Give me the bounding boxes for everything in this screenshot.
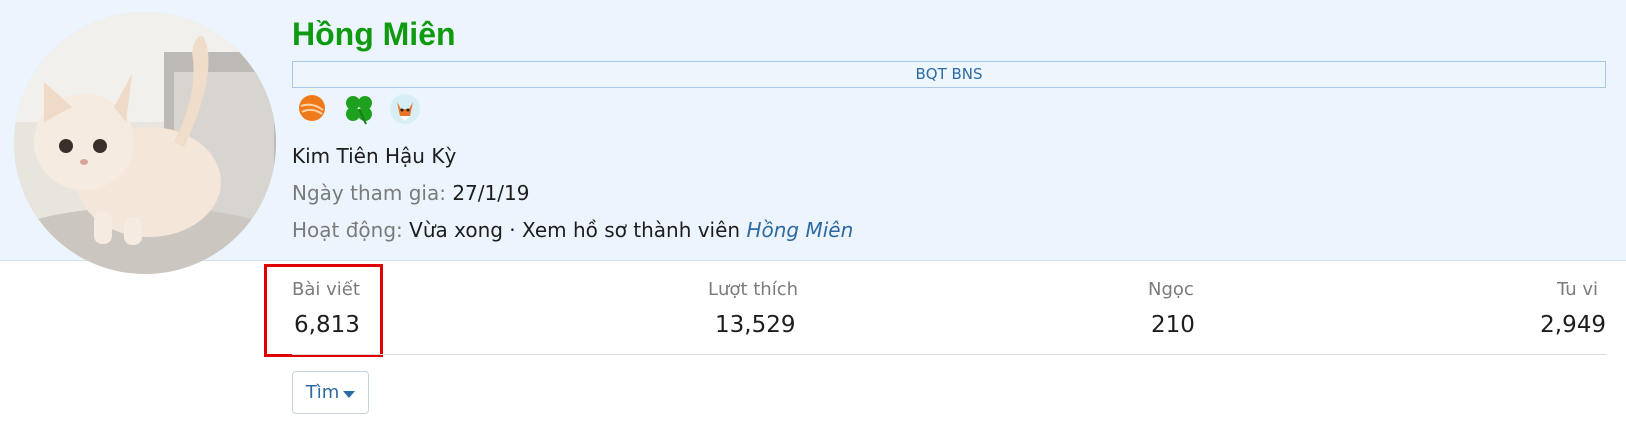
stat-cultivation-value[interactable]: 2,949 <box>1540 310 1606 340</box>
activity-line: Hoạt động: Vừa xong · Xem hồ sơ thành vi… <box>292 217 853 243</box>
highlight-box <box>264 264 383 357</box>
activity-label: Hoạt động: <box>292 218 403 242</box>
stat-cultivation-label: Tu vi <box>1556 279 1598 300</box>
stat-likes-value[interactable]: 13,529 <box>715 310 795 340</box>
profile-username[interactable]: Hồng Miên <box>292 12 456 56</box>
find-dropdown-button[interactable]: Tìm <box>292 371 369 414</box>
activity-text: Vừa xong · Xem hồ sơ thành viên <box>409 218 741 242</box>
user-banner: BQT BNS <box>292 61 1606 88</box>
find-label: Tìm <box>305 382 340 403</box>
cat-avatar-image <box>14 12 276 274</box>
user-rank: Kim Tiên Hậu Kỳ <box>292 144 457 168</box>
avatar[interactable] <box>14 12 276 274</box>
clover-icon[interactable] <box>342 92 374 125</box>
joined-line: Ngày tham gia: 27/1/19 <box>292 180 529 206</box>
joined-label: Ngày tham gia: <box>292 181 446 205</box>
caret-down-icon <box>343 373 356 414</box>
stats-divider <box>292 354 1606 355</box>
fox-icon[interactable] <box>388 92 420 124</box>
stat-gems-value[interactable]: 210 <box>1151 310 1195 340</box>
joined-date: 27/1/19 <box>452 181 530 205</box>
stat-likes-label: Lượt thích <box>708 279 798 300</box>
orange-ball-icon[interactable] <box>296 92 328 124</box>
activity-user-link[interactable]: Hồng Miên <box>746 218 853 242</box>
stat-gems-label: Ngọc <box>1148 279 1194 300</box>
